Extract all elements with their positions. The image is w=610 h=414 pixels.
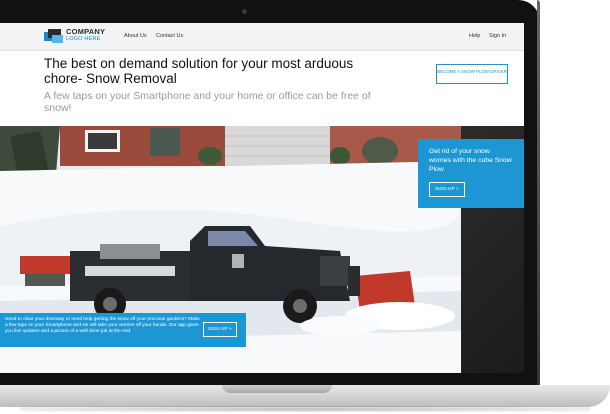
cta-text: Get rid of your snow worries with the cu… [429,148,512,173]
info-banner-text: Need to clear your driveway or need help… [5,317,200,334]
nav-sign-in[interactable]: Sign In [489,33,506,39]
logo-text-company: COMPANY [66,27,106,36]
chevron-double-right-icon: » [455,187,459,192]
nav-about-us[interactable]: About Us [124,33,147,39]
navbar: COMPANY LOGO HERE About Us Contact Us He… [0,23,524,51]
become-driver-button[interactable]: BECOME A SNOW PLOW DRIVER [436,64,508,84]
laptop-notch [222,385,332,393]
info-banner: Need to clear your driveway or need help… [0,313,246,347]
cta-panel: Get rid of your snow worries with the cu… [418,139,524,208]
screen: COMPANY LOGO HERE About Us Contact Us He… [0,23,524,373]
chevron-double-right-icon: » [228,327,232,332]
nav-contact-us[interactable]: Contact Us [156,33,183,39]
hero-title: The best on demand solution for your mos… [44,56,354,86]
hero-image: Get rid of your snow worries with the cu… [0,126,524,373]
company-logo[interactable]: COMPANY LOGO HERE [44,27,114,47]
banner-sign-up-button[interactable]: SIGN UP » [203,322,237,337]
cta-sign-up-label: SIGN UP [435,187,455,192]
banner-sign-up-label: SIGN UP [208,327,228,332]
camera-icon [242,9,247,14]
logo-icon [44,29,63,43]
laptop-shadow [20,406,590,412]
hero-subtitle: A few taps on your Smartphone and your h… [44,90,371,114]
nav-help[interactable]: Help [469,33,480,39]
logo-text-tagline: LOGO HERE [66,36,101,42]
cta-sign-up-button[interactable]: SIGN UP » [429,182,465,197]
